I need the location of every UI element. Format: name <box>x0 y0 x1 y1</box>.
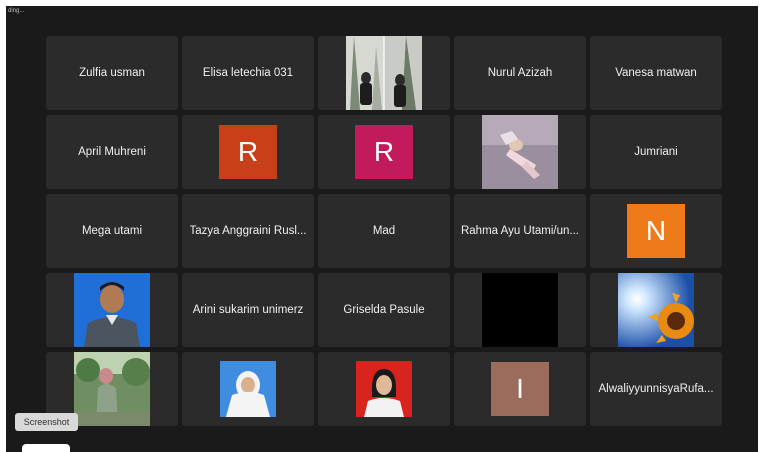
participant-name: AlwaliyyunnisyaRufa... <box>598 383 714 395</box>
avatar-initial: N <box>645 215 667 246</box>
participant-tile[interactable]: N <box>590 194 722 268</box>
participant-name: Griselda Pasule <box>343 304 425 316</box>
participant-video <box>618 273 694 347</box>
participant-tile[interactable]: Nurul Azizah <box>454 36 586 110</box>
participant-tile[interactable]: R <box>318 115 450 189</box>
participant-tile[interactable]: Tazya Anggraini Rusl... <box>182 194 314 268</box>
window-topbar: ding... <box>6 6 758 16</box>
participant-video <box>220 361 276 417</box>
avatar-initial: R <box>237 136 259 167</box>
initial-avatar: R <box>219 125 277 179</box>
participant-tile[interactable]: Griselda Pasule <box>318 273 450 347</box>
participant-tile[interactable] <box>318 36 450 110</box>
participant-name: Zulfia usman <box>79 67 145 79</box>
loading-status: ding... <box>8 8 25 14</box>
participant-tile[interactable]: AlwaliyyunnisyaRufa... <box>590 352 722 426</box>
participant-tile[interactable]: Vanesa matwan <box>590 36 722 110</box>
participant-name: April Muhreni <box>78 146 146 158</box>
participant-tile[interactable]: I <box>454 352 586 426</box>
participant-name: Mega utami <box>81 225 143 237</box>
participant-name: Jumriani <box>634 146 678 158</box>
screenshot-button[interactable] <box>22 444 70 452</box>
participant-tile[interactable]: Jumriani <box>590 115 722 189</box>
participant-video <box>482 273 558 347</box>
participant-name: Mad <box>372 225 396 237</box>
initial-avatar: N <box>627 204 685 258</box>
participant-tile[interactable]: Elisa letechia 031 <box>182 36 314 110</box>
participant-video <box>74 273 150 347</box>
participant-video <box>74 352 150 426</box>
participant-tile[interactable] <box>182 352 314 426</box>
participant-grid: Zulfia usman Elisa letechia 031 Nurul Az… <box>46 36 722 426</box>
participant-tile[interactable]: R <box>182 115 314 189</box>
participant-video <box>346 36 422 110</box>
participant-name: Vanesa matwan <box>615 67 697 79</box>
participant-tile[interactable]: Zulfia usman <box>46 36 178 110</box>
participant-tile[interactable]: Mega utami <box>46 194 178 268</box>
initial-avatar: R <box>355 125 413 179</box>
participant-video <box>482 115 558 189</box>
screenshot-tooltip-label: Screenshot <box>23 417 70 427</box>
initial-avatar: I <box>491 362 549 416</box>
avatar-initial: R <box>373 136 395 167</box>
participant-name: Rahma Ayu Utami/un... <box>460 225 580 237</box>
participant-tile[interactable]: Mad <box>318 194 450 268</box>
participant-name: Tazya Anggraini Rusl... <box>189 225 307 237</box>
participant-video <box>356 361 412 417</box>
participant-name: Elisa letechia 031 <box>202 67 294 79</box>
participant-tile[interactable] <box>454 115 586 189</box>
participant-tile[interactable]: April Muhreni <box>46 115 178 189</box>
participant-tile[interactable] <box>318 352 450 426</box>
participant-tile[interactable]: Rahma Ayu Utami/un... <box>454 194 586 268</box>
avatar-initial: I <box>516 373 524 404</box>
participant-tile[interactable] <box>454 273 586 347</box>
participant-tile[interactable]: Arini sukarim unimerz <box>182 273 314 347</box>
screenshot-tooltip: Screenshot <box>15 413 78 431</box>
participant-name: Arini sukarim unimerz <box>192 304 304 316</box>
participant-tile[interactable] <box>590 273 722 347</box>
participant-name: Nurul Azizah <box>487 67 553 79</box>
participant-tile[interactable] <box>46 273 178 347</box>
